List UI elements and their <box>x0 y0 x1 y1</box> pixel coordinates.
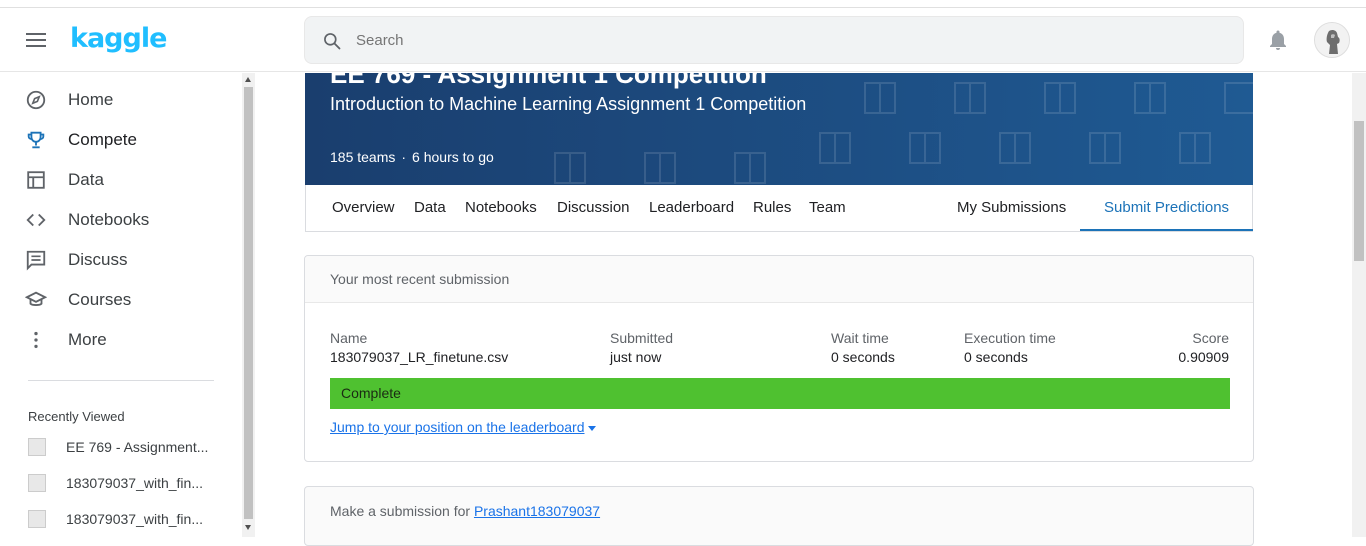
tab-overview[interactable]: Overview <box>332 185 395 231</box>
score-label: Score <box>1192 330 1229 346</box>
team-count: 185 teams <box>330 149 396 165</box>
submission-name: Name 183079037_LR_finetune.csv <box>330 330 508 365</box>
sidebar-divider <box>28 380 214 381</box>
kaggle-logo[interactable]: kaggle <box>70 23 167 54</box>
recent-item[interactable]: EE 769 - Assignment... <box>28 435 228 459</box>
sidebar-item-label: Data <box>68 170 104 189</box>
make-submission-text: Make a submission for Prashant183079037 <box>330 503 600 519</box>
tab-rules[interactable]: Rules <box>753 185 791 231</box>
menu-icon[interactable] <box>26 33 46 47</box>
tab-notebooks[interactable]: Notebooks <box>465 185 537 231</box>
top-header: kaggle <box>0 8 1366 72</box>
tab-team[interactable]: Team <box>809 185 846 231</box>
sidebar-item-more[interactable]: More <box>24 320 224 360</box>
trophy-icon <box>24 128 48 152</box>
jump-to-leaderboard-link[interactable]: Jump to your position on the leaderboard <box>330 419 596 435</box>
name-label: Name <box>330 330 368 346</box>
sidebar-item-label: Courses <box>68 290 132 309</box>
wait-time-label: Wait time <box>831 330 889 346</box>
compass-icon <box>24 88 48 112</box>
submission-score: Score 0.90909 <box>1178 330 1229 365</box>
scroll-up-arrow-icon[interactable] <box>245 77 251 82</box>
browser-top-edge <box>0 0 1366 8</box>
make-submission-label: Make a submission for <box>330 503 471 519</box>
image-icon <box>28 438 46 456</box>
scroll-down-arrow-icon[interactable] <box>245 525 251 530</box>
recent-item-label: 183079037_with_fin... <box>66 475 203 491</box>
comment-icon <box>24 248 48 272</box>
sidebar-item-notebooks[interactable]: Notebooks <box>24 200 224 240</box>
recent-item-label: 183079037_with_fin... <box>66 511 203 527</box>
recent-item-label: EE 769 - Assignment... <box>66 439 209 455</box>
search-bar[interactable] <box>304 16 1244 64</box>
avatar[interactable] <box>1314 22 1350 58</box>
recent-item[interactable]: 183079037_with_fin... <box>28 471 228 495</box>
sidebar-item-label: Home <box>68 90 114 109</box>
tab-submit-predictions[interactable]: Submit Predictions <box>1080 185 1254 231</box>
competition-tabs: Overview Data Notebooks Discussion Leade… <box>305 185 1254 232</box>
sidebar-item-label: Discuss <box>68 250 128 269</box>
tab-data[interactable]: Data <box>414 185 446 231</box>
table-icon <box>24 168 48 192</box>
sidebar-item-label: Compete <box>68 130 137 149</box>
status-progress-bar: Complete <box>330 378 1230 409</box>
tab-leaderboard[interactable]: Leaderboard <box>649 185 734 231</box>
sidebar: Home Compete Data Notebooks Discuss Cour… <box>0 73 242 537</box>
recently-viewed-heading: Recently Viewed <box>28 409 125 424</box>
submitted-value: just now <box>610 349 662 365</box>
sidebar-item-home[interactable]: Home <box>24 80 224 120</box>
recent-submission-heading: Your most recent submission <box>305 256 1253 303</box>
notebook-thumb-icon <box>28 510 46 528</box>
score-value: 0.90909 <box>1178 349 1229 365</box>
recent-submission-card: Your most recent submission Name 1830790… <box>304 255 1254 462</box>
name-value: 183079037_LR_finetune.csv <box>330 349 509 365</box>
sidebar-item-data[interactable]: Data <box>24 160 224 200</box>
competition-title: EE 769 - Assignment 1 Competition <box>330 73 767 89</box>
competition-subtitle: Introduction to Machine Learning Assignm… <box>330 94 807 114</box>
tab-my-submissions[interactable]: My Submissions <box>957 185 1066 231</box>
submission-wait-time: Wait time 0 seconds <box>831 330 895 365</box>
status-label: Complete <box>341 385 401 401</box>
code-icon <box>24 208 48 232</box>
recent-item[interactable]: 183079037_with_fin... <box>28 507 228 531</box>
time-remaining: 6 hours to go <box>412 149 494 165</box>
sidebar-item-discuss[interactable]: Discuss <box>24 240 224 280</box>
competition-banner: EE 769 - Assignment 1 Competition Introd… <box>305 73 1253 185</box>
sidebar-item-courses[interactable]: Courses <box>24 280 224 320</box>
caret-down-icon <box>587 425 596 431</box>
search-input[interactable] <box>356 17 1216 63</box>
bell-icon[interactable] <box>1266 28 1290 52</box>
make-submission-card: Make a submission for Prashant183079037 <box>304 486 1254 546</box>
notebook-thumb-icon <box>28 474 46 492</box>
user-link[interactable]: Prashant183079037 <box>474 503 600 519</box>
more-vertical-icon <box>24 328 48 352</box>
wait-time-value: 0 seconds <box>831 349 895 365</box>
tab-discussion[interactable]: Discussion <box>557 185 630 231</box>
scrollbar-thumb[interactable] <box>244 87 253 519</box>
execution-time-value: 0 seconds <box>964 349 1028 365</box>
submission-execution-time: Execution time 0 seconds <box>964 330 1056 365</box>
sidebar-item-compete[interactable]: Compete <box>24 120 224 160</box>
jump-link-text: Jump to your position on the leaderboard <box>330 419 585 435</box>
progress-fill <box>330 378 1230 409</box>
sidebar-item-label: More <box>68 330 107 349</box>
execution-time-label: Execution time <box>964 330 1056 346</box>
search-icon <box>324 33 341 50</box>
graduation-cap-icon <box>24 288 48 312</box>
submission-submitted: Submitted just now <box>610 330 673 365</box>
main-scrollbar[interactable] <box>1352 73 1366 537</box>
scrollbar-thumb[interactable] <box>1354 121 1364 261</box>
submitted-label: Submitted <box>610 330 674 346</box>
sidebar-item-label: Notebooks <box>68 210 150 229</box>
sidebar-scrollbar[interactable] <box>242 73 255 537</box>
competition-meta: 185 teams · 6 hours to go <box>330 149 494 165</box>
